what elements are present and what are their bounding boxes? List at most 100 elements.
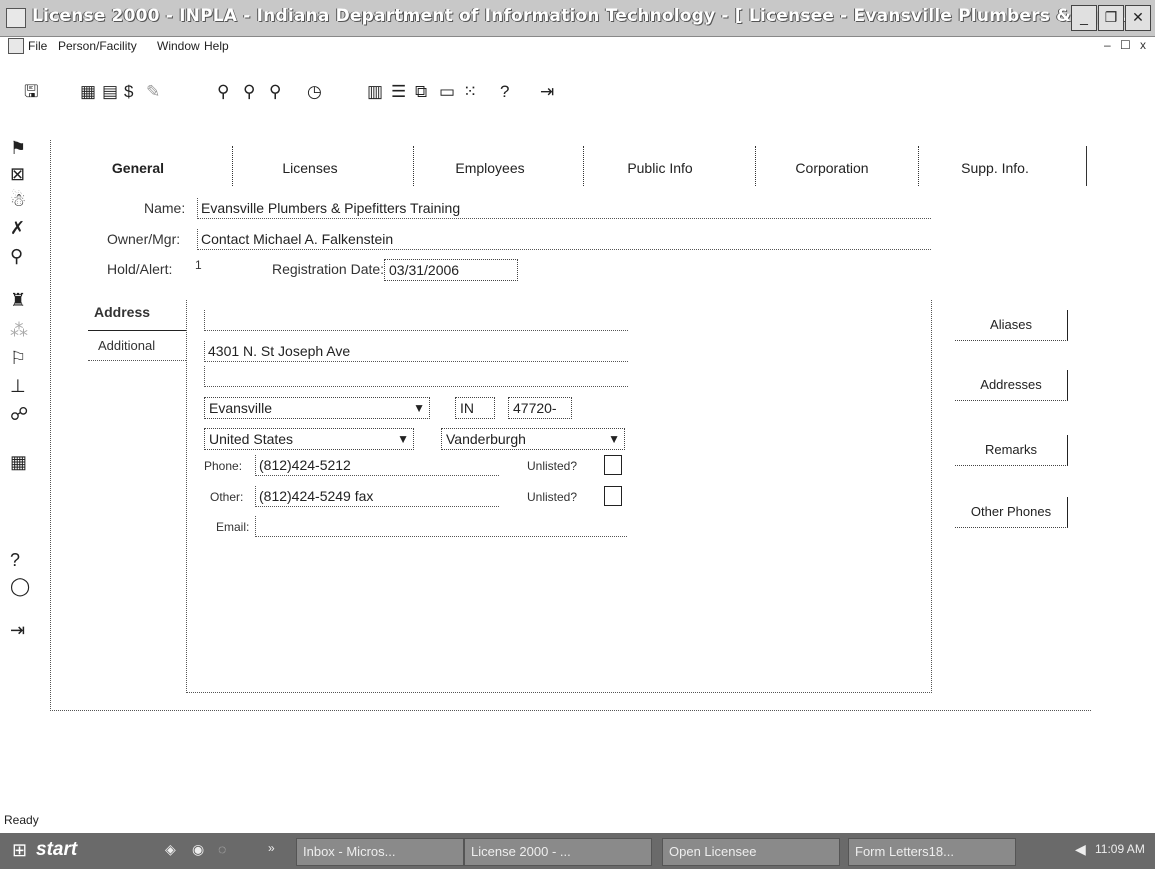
mdi-restore-button[interactable]: ☐	[1120, 38, 1131, 52]
search-multi-icon[interactable]: ⚲	[269, 82, 281, 102]
tab-separator	[755, 146, 757, 186]
menu-help[interactable]: Help	[204, 39, 229, 53]
task-form-letters[interactable]: Form Letters18...	[848, 838, 1016, 866]
subtab-additional[interactable]: Additional	[98, 338, 155, 353]
pen-icon[interactable]: ✎	[146, 82, 160, 102]
state-field[interactable]: IN	[455, 397, 495, 419]
subtab-address[interactable]: Address	[94, 304, 150, 320]
save-icon[interactable]: 🖫	[24, 82, 38, 102]
address-line2-field[interactable]: 4301 N. St Joseph Ave	[204, 341, 628, 362]
country-field[interactable]: United States ▼	[204, 428, 414, 450]
hold-alert-value[interactable]: 1	[195, 258, 202, 272]
tile-horizontal-icon[interactable]: ☰	[391, 82, 406, 102]
registration-date-field[interactable]: 03/31/2006	[384, 259, 518, 281]
toolbar: 🖫 ▦ ▤ $ ✎ ⚲ ⚲ ⚲ ◷ ▥ ☰ ⧉ ▭ ⁙ ? ⇥	[0, 60, 1155, 120]
tab-separator	[232, 146, 234, 186]
task-inbox[interactable]: Inbox - Micros...	[296, 838, 464, 866]
dropdown-arrow-icon[interactable]: ▼	[397, 429, 409, 449]
chart-icon[interactable]: ☍	[10, 404, 28, 425]
run-icon[interactable]: ✗	[10, 218, 25, 239]
tab-employees[interactable]: Employees	[420, 160, 560, 176]
city-value: Evansville	[209, 400, 273, 416]
owner-field[interactable]: Contact Michael A. Falkenstein	[197, 229, 931, 250]
email-field[interactable]	[255, 516, 627, 537]
menu-file[interactable]: File	[28, 39, 47, 53]
people-icon[interactable]: ⁂	[10, 320, 28, 341]
speaker-icon[interactable]: ◀	[1075, 841, 1086, 858]
menu-window[interactable]: Window	[157, 39, 200, 53]
phone-field[interactable]: (812)424-5212	[255, 455, 499, 476]
clock[interactable]: 11:09 AM	[1095, 842, 1145, 856]
close-button[interactable]: ✕	[1125, 5, 1151, 31]
stamp-icon[interactable]: ⊥	[10, 376, 26, 397]
clock-icon[interactable]: ◷	[307, 82, 322, 102]
remarks-button[interactable]: Remarks	[955, 435, 1068, 466]
menu-person-facility[interactable]: Person/Facility	[58, 39, 137, 53]
person-icon[interactable]: ☃	[10, 190, 26, 211]
addresses-button[interactable]: Addresses	[955, 370, 1068, 401]
tab-public-info[interactable]: Public Info	[590, 160, 730, 176]
aliases-button[interactable]: Aliases	[955, 310, 1068, 341]
dropdown-arrow-icon[interactable]: ▼	[413, 398, 425, 418]
tab-supp-info[interactable]: Supp. Info.	[925, 160, 1065, 176]
county-value: Vanderburgh	[446, 431, 526, 447]
licensee-icon[interactable]: ⚑	[10, 138, 26, 159]
document-icon[interactable]	[8, 38, 24, 54]
tab-corporation[interactable]: Corporation	[762, 160, 902, 176]
other-phone-field[interactable]: (812)424-5249 fax	[255, 486, 499, 507]
search-icon[interactable]: ⚲	[10, 246, 23, 267]
chat-icon[interactable]: ◯	[10, 576, 30, 597]
other-phones-button[interactable]: Other Phones	[955, 497, 1068, 528]
calculator-icon[interactable]: ▦	[80, 82, 96, 102]
city-field[interactable]: Evansville ▼	[204, 397, 430, 419]
exit-icon[interactable]: ⇥	[10, 620, 25, 641]
other-phone-label: Other:	[210, 490, 244, 504]
tab-separator	[583, 146, 585, 186]
calculator-icon[interactable]: ▦	[10, 452, 27, 473]
ledger-icon[interactable]: ▤	[102, 82, 118, 102]
dollar-icon[interactable]: $	[124, 82, 133, 102]
address-line1-field[interactable]	[204, 310, 628, 331]
menu-bar: File Person/Facility Window Help – ☐ x	[0, 36, 1155, 56]
other-unlisted-checkbox[interactable]	[604, 486, 622, 506]
quicklaunch-icon[interactable]: ◉	[192, 841, 204, 858]
address-line3-field[interactable]	[204, 366, 628, 387]
task-open-licensee[interactable]: Open Licensee	[662, 838, 840, 866]
tab-licenses[interactable]: Licenses	[240, 160, 380, 176]
app-icon[interactable]	[6, 8, 26, 28]
search-person-icon[interactable]: ⚲	[217, 82, 229, 102]
subtab-divider	[88, 360, 186, 361]
taskbar: ⊞ start ◈ ◉ ◌ » Inbox - Micros... Licens…	[0, 833, 1155, 869]
task-license-2000[interactable]: License 2000 - ...	[464, 838, 652, 866]
name-field[interactable]: Evansville Plumbers & Pipefitters Traini…	[197, 198, 931, 219]
map-icon[interactable]: ⚐	[10, 348, 26, 369]
quicklaunch-icon[interactable]: ◌	[218, 841, 226, 857]
county-field[interactable]: Vanderburgh ▼	[441, 428, 625, 450]
license-icon[interactable]: ⊠	[10, 164, 25, 185]
name-label: Name:	[144, 200, 186, 216]
status-text: Ready	[4, 813, 39, 827]
mdi-minimize-button[interactable]: –	[1104, 38, 1111, 52]
start-button[interactable]: ⊞ start	[4, 836, 134, 866]
mdi-close-button[interactable]: x	[1140, 38, 1146, 52]
help-icon[interactable]: ?	[500, 82, 509, 102]
tab-general[interactable]: General	[68, 160, 208, 176]
zip-field[interactable]: 47720-	[508, 397, 572, 419]
window-icon[interactable]: ▭	[439, 82, 455, 102]
email-label: Email:	[216, 520, 250, 534]
quicklaunch-icon[interactable]: ◈	[165, 841, 176, 858]
help-icon[interactable]: ?	[10, 550, 20, 571]
title-bar: License 2000 - INPLA - Indiana Departmen…	[0, 0, 1155, 37]
cascade-icon[interactable]: ⧉	[415, 82, 427, 102]
search-group-icon[interactable]: ⚲	[243, 82, 255, 102]
dropdown-arrow-icon[interactable]: ▼	[608, 429, 620, 449]
maximize-button[interactable]: ❐	[1098, 5, 1124, 31]
phone-unlisted-checkbox[interactable]	[604, 455, 622, 475]
quicklaunch-overflow-icon[interactable]: »	[268, 841, 275, 855]
arrange-icons-icon[interactable]: ⁙	[463, 82, 477, 102]
minimize-button[interactable]: _	[1071, 5, 1097, 31]
exit-icon[interactable]: ⇥	[540, 82, 554, 102]
binoculars-icon[interactable]: ♜	[10, 290, 26, 311]
tab-border	[1086, 146, 1088, 186]
tile-vertical-icon[interactable]: ▥	[367, 82, 383, 102]
